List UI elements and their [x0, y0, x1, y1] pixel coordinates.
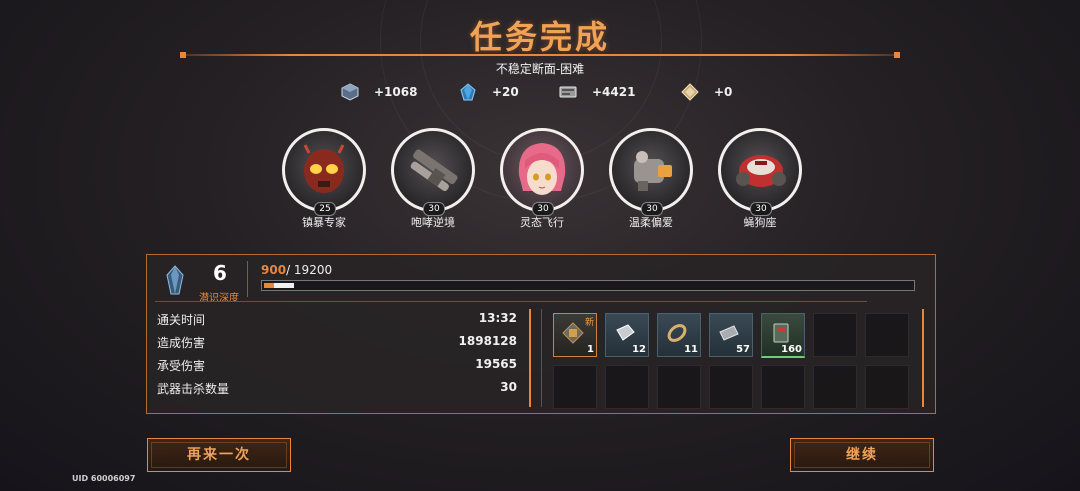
stat-label: 武器击杀数量	[157, 382, 230, 396]
depth-level-value: 6	[213, 261, 227, 285]
card-resource-icon	[559, 86, 577, 98]
xp-readout: 900/ 19200	[261, 263, 332, 277]
loot-item[interactable]: 160	[761, 313, 805, 358]
stat-row: 承受伤害 19565	[157, 357, 517, 377]
stat-label: 承受伤害	[157, 359, 206, 373]
weapon-portrait	[500, 128, 584, 212]
crystal-resource-icon	[460, 83, 476, 101]
character-portrait-icon	[518, 143, 566, 195]
empty-slot	[709, 365, 753, 409]
depth-crystal-icon	[166, 265, 184, 295]
divider	[541, 309, 542, 407]
empty-slot	[605, 365, 649, 409]
stat-value: 30	[500, 380, 517, 394]
ring-item-icon	[667, 324, 687, 342]
stat-row: 通关时间 13:32	[157, 311, 517, 331]
item-count: 11	[684, 344, 698, 355]
empty-slot	[813, 365, 857, 409]
loot-item[interactable]: 新 1	[553, 313, 597, 357]
reward-item: +20	[458, 80, 519, 104]
empty-slot	[865, 313, 909, 357]
weapon-list: 25 镇暴专家 30 咆哮逆境 30 灵态飞行 30 温柔偏爱 30 蝇狗座	[0, 128, 1080, 233]
weapon-card[interactable]: 25 镇暴专家	[282, 128, 366, 233]
weapon-portrait	[718, 128, 802, 212]
cube-resource-icon	[341, 83, 359, 101]
weapon-portrait	[282, 128, 366, 212]
loot-scrollbar[interactable]	[922, 309, 924, 407]
weapon-card[interactable]: 30 温柔偏爱	[609, 128, 693, 233]
stat-value: 1898128	[458, 334, 517, 348]
weapon-name: 灵态飞行	[520, 216, 564, 229]
title-divider	[180, 52, 900, 58]
xp-progress-bar	[261, 280, 915, 291]
xp-progress-fill	[264, 283, 294, 288]
reward-value: +4421	[592, 85, 636, 99]
launcher-weapon-icon	[410, 149, 458, 192]
depth-level: 6 潜识深度	[155, 259, 247, 304]
retry-button[interactable]: 再来一次	[147, 438, 291, 472]
stat-label: 通关时间	[157, 313, 206, 327]
item-count: 12	[632, 344, 646, 355]
divider	[247, 261, 248, 297]
item-count: 1	[587, 344, 594, 355]
item-count: 160	[781, 344, 802, 355]
loot-item[interactable]: 11	[657, 313, 701, 357]
page-title: 任务完成	[469, 18, 610, 56]
stat-label: 造成伤害	[157, 336, 206, 350]
weapon-name: 镇暴专家	[302, 216, 346, 229]
empty-slot	[761, 365, 805, 409]
reward-value: +0	[714, 85, 733, 99]
xp-total: / 19200	[286, 263, 333, 277]
gem-resource-icon	[681, 83, 699, 101]
helmet-weapon-icon	[303, 144, 345, 193]
stat-value: 19565	[475, 357, 517, 371]
stat-row: 武器击杀数量 30	[157, 380, 517, 400]
new-badge: 新	[584, 318, 594, 328]
reward-value: +1068	[374, 85, 418, 99]
stat-row: 造成伤害 1898128	[157, 334, 517, 354]
chip-item-icon	[562, 322, 584, 344]
loot-item[interactable]: 12	[605, 313, 649, 357]
module-item-icon	[773, 323, 789, 343]
weapon-name: 温柔偏爱	[629, 216, 673, 229]
continue-button[interactable]: 继续	[790, 438, 934, 472]
reward-item: +4421	[558, 80, 635, 104]
weapon-portrait	[391, 128, 475, 212]
empty-slot	[657, 365, 701, 409]
loot-item[interactable]: 57	[709, 313, 753, 357]
empty-slot	[813, 313, 857, 357]
empty-slot	[865, 365, 909, 409]
stage-name: 不稳定断面-困难	[495, 62, 585, 76]
weapon-card[interactable]: 30 灵态飞行	[500, 128, 584, 233]
weapon-card[interactable]: 30 咆哮逆境	[391, 128, 475, 233]
divider	[155, 301, 867, 302]
reward-item: +0	[680, 80, 732, 104]
stat-value: 13:32	[478, 311, 517, 325]
reward-item: +1068	[340, 80, 417, 104]
gauntlet-weapon-icon	[634, 151, 672, 191]
weapon-name: 蝇狗座	[743, 216, 777, 229]
metal-part-item-icon	[616, 324, 635, 341]
reward-value: +20	[492, 85, 519, 99]
weapon-portrait	[609, 128, 693, 212]
red-drone-weapon-icon	[736, 155, 786, 187]
weapon-name: 咆哮逆境	[411, 216, 455, 229]
user-id: UID 60006097	[72, 474, 136, 483]
empty-slot	[553, 365, 597, 409]
item-count: 57	[736, 344, 750, 355]
weapon-card[interactable]: 30 蝇狗座	[718, 128, 802, 233]
scrollbar[interactable]	[529, 309, 531, 407]
plate-item-icon	[719, 325, 739, 341]
xp-current: 900	[261, 263, 287, 277]
result-panel: 6 潜识深度 900/ 19200 通关时间 13:32 造成伤害 189812…	[146, 254, 936, 414]
